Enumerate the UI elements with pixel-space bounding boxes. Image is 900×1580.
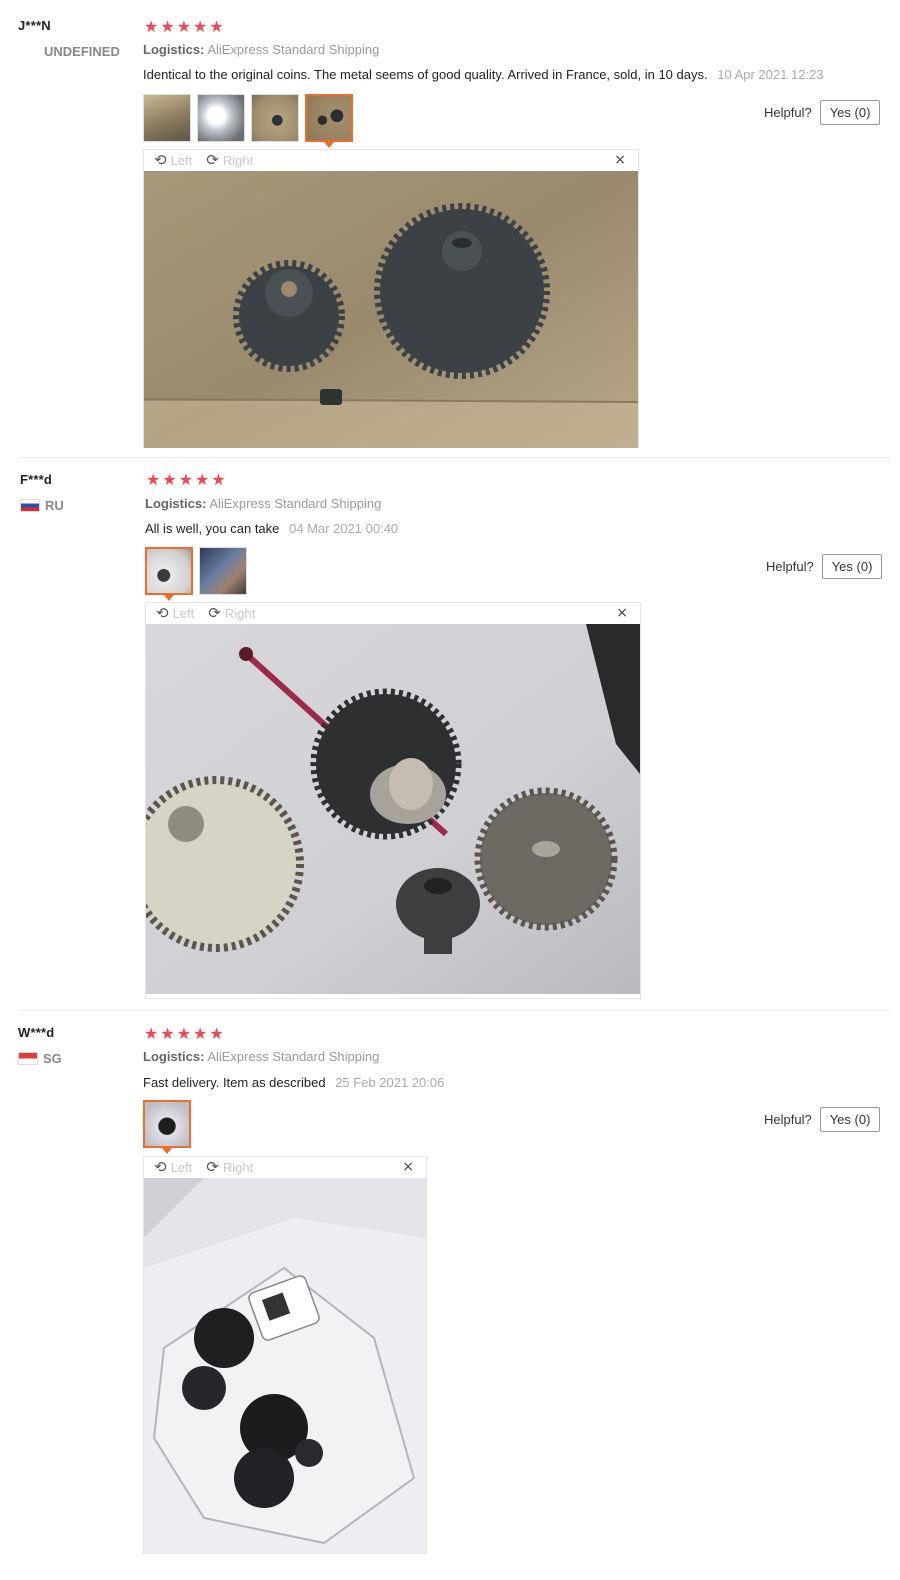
helpful-yes-button[interactable]: Yes (0) [821, 554, 883, 579]
rotate-left-icon[interactable]: ⟲ [154, 1158, 167, 1176]
star-icon: ★ [146, 470, 161, 489]
rotate-right-label[interactable]: Right [223, 153, 253, 168]
review-item: W***d SG ★ ★ ★ ★ ★ Logistics: AliExpress… [0, 1011, 900, 1571]
review-item: F***d RU ★ ★ ★ ★ ★ Logistics: AliExpress… [0, 458, 900, 1010]
logistics-label: Logistics: [143, 1049, 205, 1064]
reviewer-name: J***N [18, 18, 51, 33]
star-icon: ★ [195, 470, 210, 489]
reviewer-name: F***d [20, 472, 53, 487]
helpful-section: Helpful? Yes (0) [764, 100, 881, 125]
photo-viewer: ⟲ Left ⟳ Right × [145, 602, 641, 999]
star-icon: ★ [176, 1024, 192, 1043]
rotate-left-label[interactable]: Left [171, 153, 193, 168]
photo-thumbnail-active[interactable] [143, 1100, 191, 1154]
rotate-left-label[interactable]: Left [173, 606, 195, 621]
star-icon: ★ [160, 17, 175, 36]
reviewer-country: RU [20, 498, 64, 513]
rotate-right-label[interactable]: Right [223, 1160, 253, 1175]
sg-flag-icon [18, 1052, 38, 1065]
helpful-yes-button[interactable]: Yes (0) [819, 100, 881, 125]
review-item: J***N UNDEFINED ★ ★ ★ ★ ★ Logistics: Ali… [0, 0, 900, 458]
review-date: 04 Mar 2021 00:40 [289, 521, 399, 536]
star-icon: ★ [209, 1024, 224, 1043]
photo-thumbnails [143, 94, 353, 148]
viewer-toolbar: ⟲ Left ⟳ Right × [146, 603, 640, 623]
photo-thumbnail[interactable] [143, 94, 191, 142]
helpful-section: Helpful? Yes (0) [766, 554, 883, 579]
star-icon: ★ [144, 1024, 159, 1043]
helpful-yes-button[interactable]: Yes (0) [819, 1107, 881, 1132]
close-icon[interactable]: × [402, 1159, 414, 1175]
photo-thumbnails [145, 547, 247, 601]
photo-thumbnails [143, 1100, 191, 1154]
country-code: RU [45, 498, 64, 513]
rotate-left-icon[interactable]: ⟲ [154, 151, 167, 169]
rotate-right-icon[interactable]: ⟳ [206, 151, 219, 169]
photo-thumbnail[interactable] [251, 94, 299, 142]
logistics-value: AliExpress Standard Shipping [207, 1049, 380, 1064]
rotate-left-icon[interactable]: ⟲ [156, 604, 169, 622]
star-icon: ★ [160, 1024, 175, 1043]
star-icon: ★ [176, 17, 192, 36]
star-icon: ★ [178, 470, 194, 489]
logistics-value: AliExpress Standard Shipping [207, 42, 380, 57]
photo-viewer: ⟲ Left ⟳ Right × [143, 1156, 427, 1554]
logistics-value: AliExpress Standard Shipping [209, 496, 382, 511]
helpful-label: Helpful? [764, 1112, 812, 1127]
review-photo [146, 624, 640, 994]
viewer-toolbar: ⟲ Left ⟳ Right × [144, 150, 638, 170]
review-text: Identical to the original coins. The met… [143, 67, 824, 82]
star-rating: ★ ★ ★ ★ ★ [144, 1026, 224, 1042]
rotate-right-icon[interactable]: ⟳ [208, 604, 221, 622]
star-icon: ★ [211, 470, 226, 489]
rotate-right-label[interactable]: Right [225, 606, 255, 621]
review-photo [144, 171, 638, 448]
reviewer-country: UNDEFINED [44, 44, 120, 59]
photo-thumbnail[interactable] [197, 94, 245, 142]
viewer-toolbar: ⟲ Left ⟳ Right × [144, 1157, 426, 1177]
star-rating: ★ ★ ★ ★ ★ [144, 19, 224, 35]
reviewer-country: SG [18, 1051, 62, 1066]
logistics-label: Logistics: [145, 496, 207, 511]
star-icon: ★ [193, 17, 208, 36]
rotate-left-label[interactable]: Left [171, 1160, 193, 1175]
photo-thumbnail[interactable] [199, 547, 247, 595]
photo-thumbnail-active[interactable] [145, 547, 193, 601]
review-text: Fast delivery. Item as described 25 Feb … [143, 1075, 444, 1090]
logistics-info: Logistics: AliExpress Standard Shipping [145, 496, 381, 511]
rotate-right-icon[interactable]: ⟳ [206, 1158, 219, 1176]
photo-viewer: ⟲ Left ⟳ Right × [143, 149, 639, 448]
logistics-info: Logistics: AliExpress Standard Shipping [143, 1049, 379, 1064]
star-icon: ★ [144, 17, 159, 36]
logistics-info: Logistics: AliExpress Standard Shipping [143, 42, 379, 57]
review-body: All is well, you can take [145, 521, 280, 536]
country-code: SG [43, 1051, 62, 1066]
review-body: Fast delivery. Item as described [143, 1075, 326, 1090]
review-photo [144, 1178, 426, 1553]
review-date: 10 Apr 2021 12:23 [717, 67, 824, 82]
helpful-section: Helpful? Yes (0) [764, 1107, 881, 1132]
ru-flag-icon [20, 499, 40, 512]
review-date: 25 Feb 2021 20:06 [335, 1075, 445, 1090]
logistics-label: Logistics: [143, 42, 205, 57]
review-text: All is well, you can take 04 Mar 2021 00… [145, 521, 398, 536]
reviewer-name: W***d [18, 1025, 55, 1040]
review-body: Identical to the original coins. The met… [143, 67, 708, 82]
close-icon[interactable]: × [614, 152, 626, 168]
helpful-label: Helpful? [764, 105, 812, 120]
star-icon: ★ [162, 470, 177, 489]
star-icon: ★ [209, 17, 224, 36]
star-icon: ★ [193, 1024, 208, 1043]
close-icon[interactable]: × [616, 605, 628, 621]
photo-thumbnail-active[interactable] [305, 94, 353, 148]
country-code: UNDEFINED [44, 44, 120, 59]
star-rating: ★ ★ ★ ★ ★ [146, 472, 226, 488]
helpful-label: Helpful? [766, 559, 814, 574]
